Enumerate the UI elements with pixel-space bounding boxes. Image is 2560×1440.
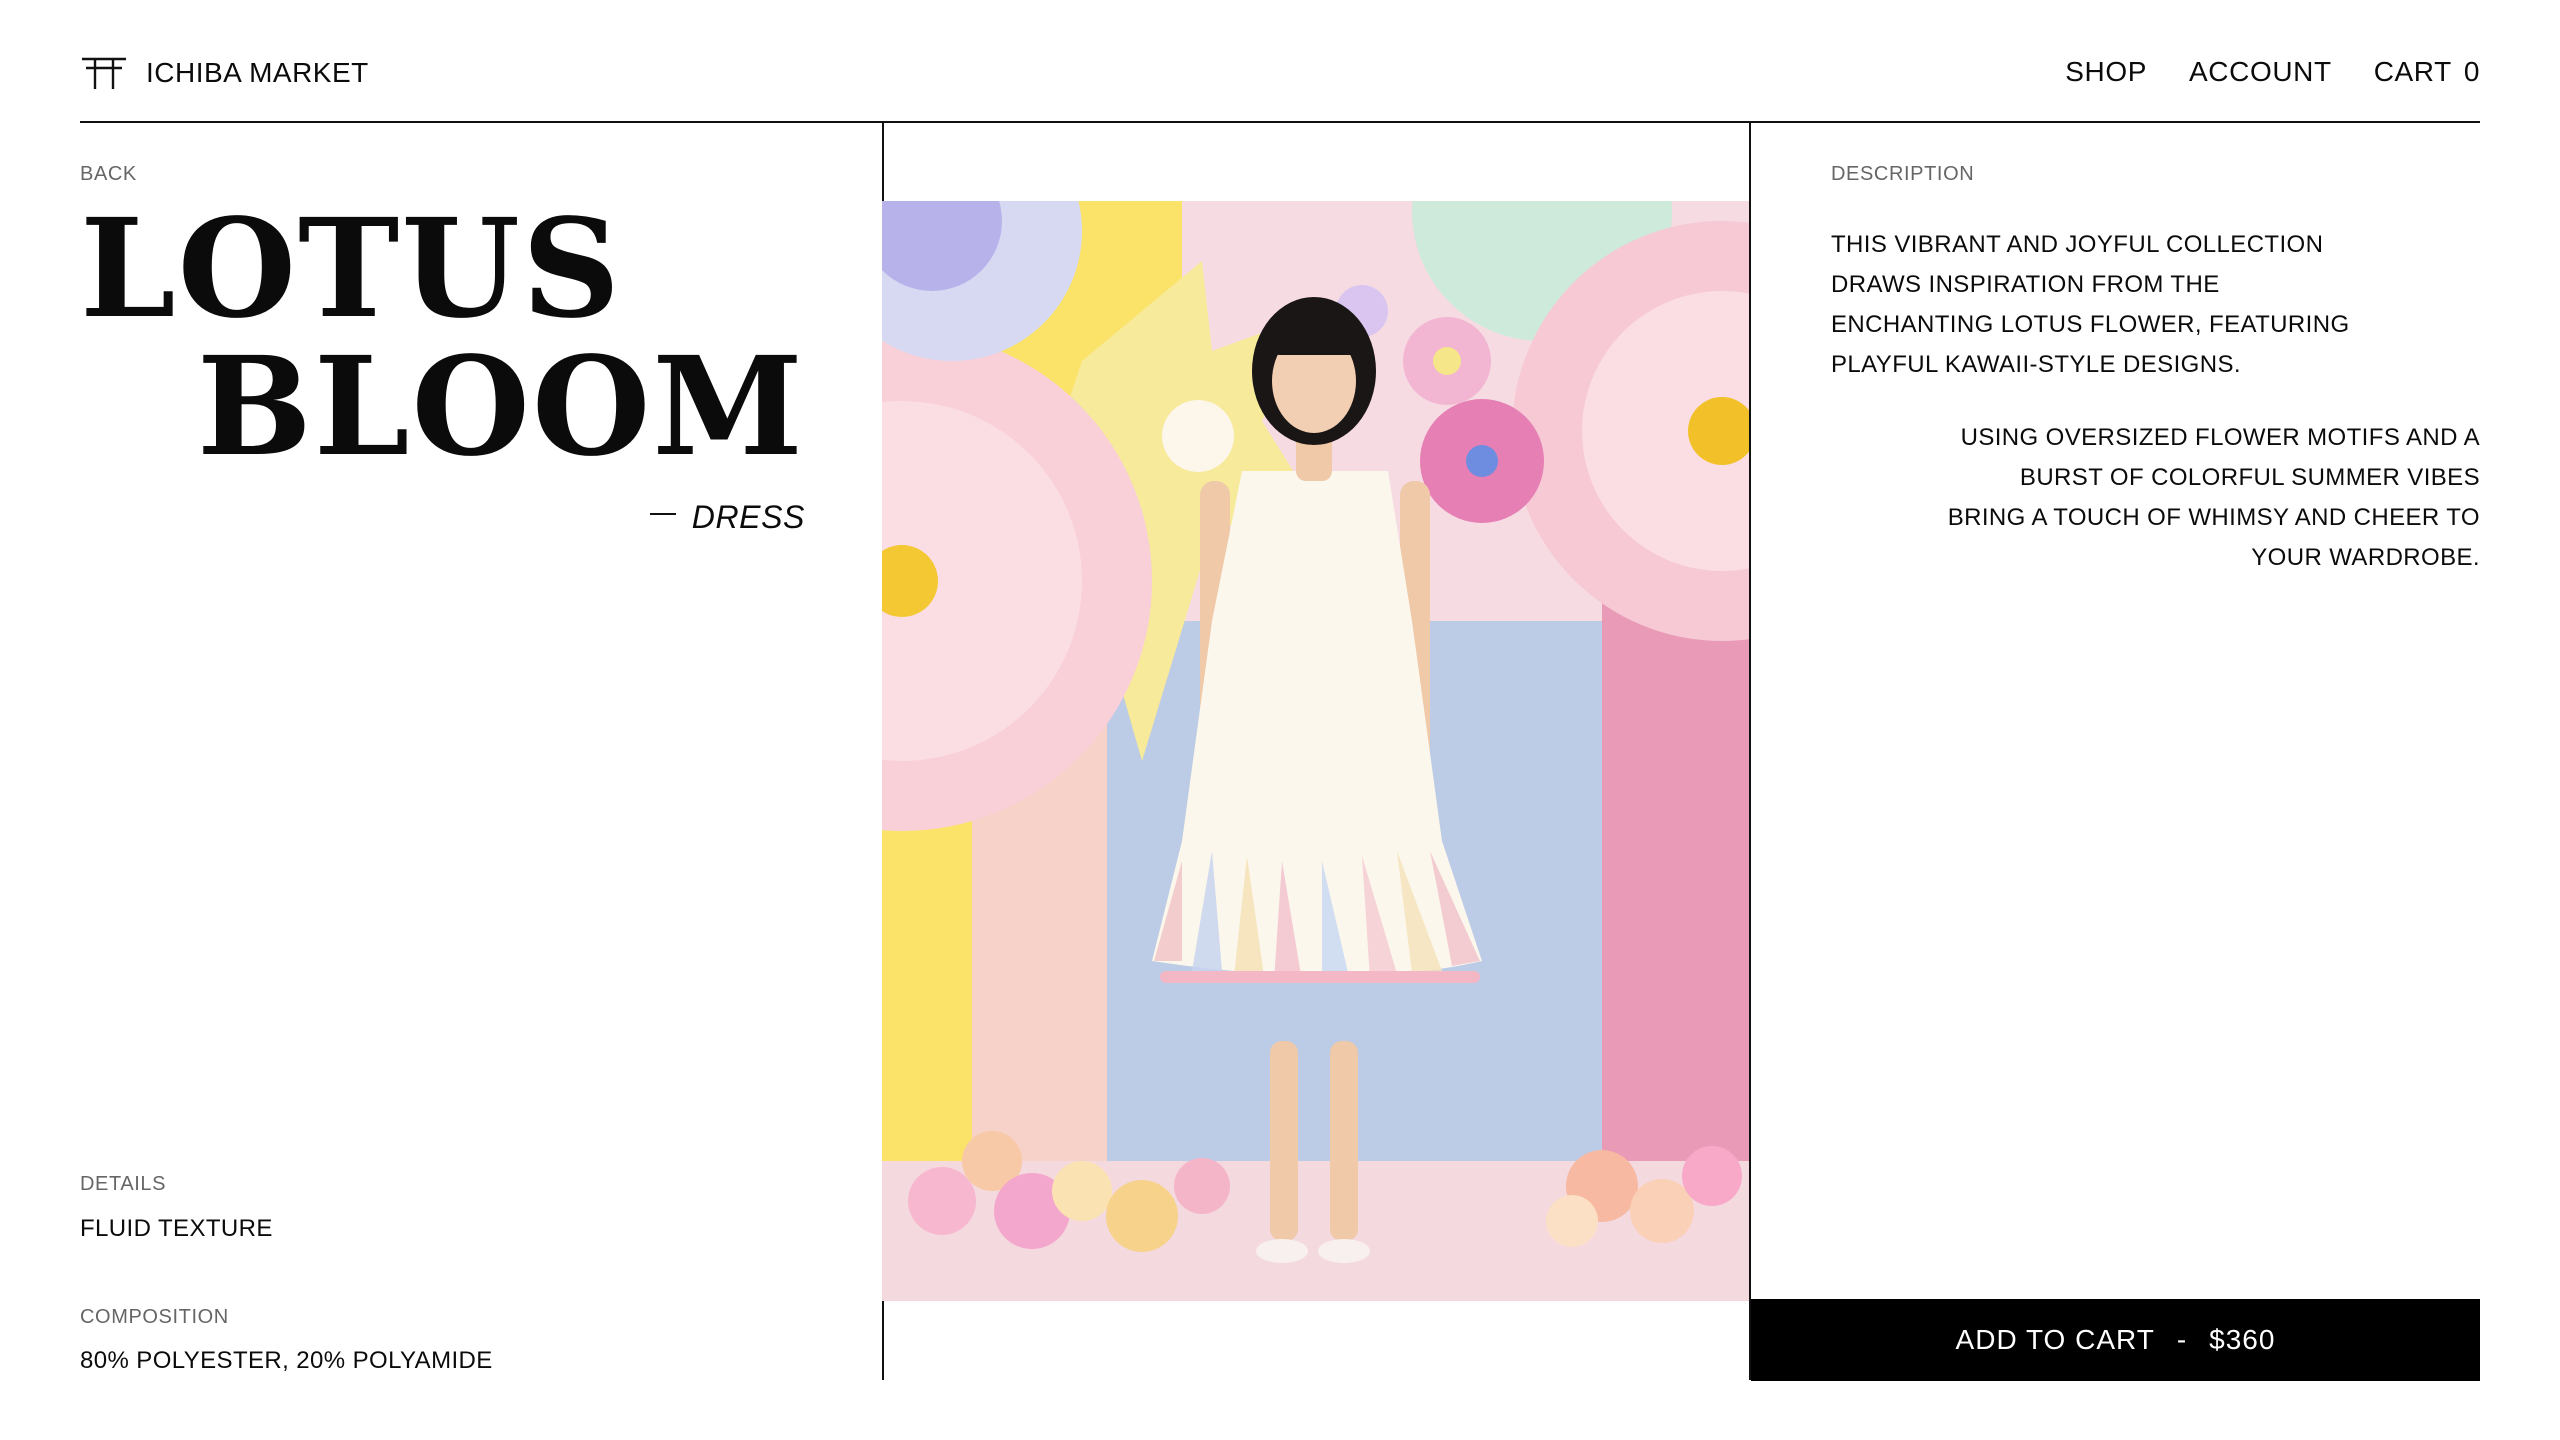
composition-value: 80% POLYESTER, 20% POLYAMIDE [80, 1347, 493, 1374]
dash-divider [649, 512, 676, 515]
price-separator: - [2176, 1324, 2188, 1355]
add-to-cart-button[interactable]: ADD TO CART - $360 [1751, 1299, 2480, 1381]
cart-count: 0 [2463, 56, 2480, 87]
product-image-column [882, 121, 1751, 1380]
description-line: BURST OF COLORFUL SUMMER VIBES [2019, 464, 2480, 491]
description-line: DRAWS INSPIRATION FROM THE [1831, 271, 2220, 298]
details-value: FLUID TEXTURE [80, 1215, 273, 1242]
description-line: YOUR WARDROBE. [2251, 544, 2480, 571]
composition-label: COMPOSITION [80, 1306, 229, 1328]
nav-cart-link[interactable]: CART 0 [2374, 56, 2480, 88]
site-header: ICHIBA MARKET SHOP ACCOUNT CART 0 [80, 0, 2480, 123]
nav-shop-link[interactable]: SHOP [2065, 56, 2147, 88]
product-price: $360 [2209, 1324, 2276, 1355]
description-label: DESCRIPTION [1831, 163, 1975, 185]
description-line: BRING A TOUCH OF WHIMSY AND CHEER TO [1947, 504, 2480, 531]
brand-name: ICHIBA MARKET [146, 57, 369, 88]
product-title-line-1: LOTUS [80, 189, 623, 349]
main-nav: SHOP ACCOUNT CART 0 [2065, 56, 2480, 88]
product-description-column: DESCRIPTION THIS VIBRANT AND JOYFUL COLL… [1751, 121, 2480, 1381]
description-line: ENCHANTING LOTUS FLOWER, FEATURING [1831, 311, 2350, 338]
description-line: USING OVERSIZED FLOWER MOTIFS AND A [1960, 424, 2480, 451]
details-label: DETAILS [80, 1173, 167, 1195]
product-image [882, 201, 1749, 1301]
description-paragraph-1: THIS VIBRANT AND JOYFUL COLLECTION DRAWS… [1831, 225, 2391, 385]
nav-account-link[interactable]: ACCOUNT [2189, 56, 2332, 88]
description-paragraph-2: USING OVERSIZED FLOWER MOTIFS AND A BURS… [1831, 418, 2480, 578]
torii-gate-icon [80, 56, 128, 90]
description-line: THIS VIBRANT AND JOYFUL COLLECTION [1831, 231, 2324, 258]
brand-logo[interactable]: ICHIBA MARKET [80, 56, 369, 90]
product-category-label: DRESS [691, 499, 805, 535]
description-line: PLAYFUL KAWAII-STYLE DESIGNS. [1831, 351, 2241, 378]
product-title: LOTUS BLOOM [80, 201, 805, 475]
add-to-cart-label: ADD TO CART [1955, 1324, 2155, 1355]
product-title-line-2: BLOOM [196, 327, 805, 487]
product-category: DRESS [80, 499, 805, 536]
product-info-column: BACK LOTUS BLOOM DRESS DETAILS FLUID TEX… [80, 121, 884, 1380]
cart-label: CART [2373, 56, 2452, 87]
back-link[interactable]: BACK [80, 163, 137, 186]
